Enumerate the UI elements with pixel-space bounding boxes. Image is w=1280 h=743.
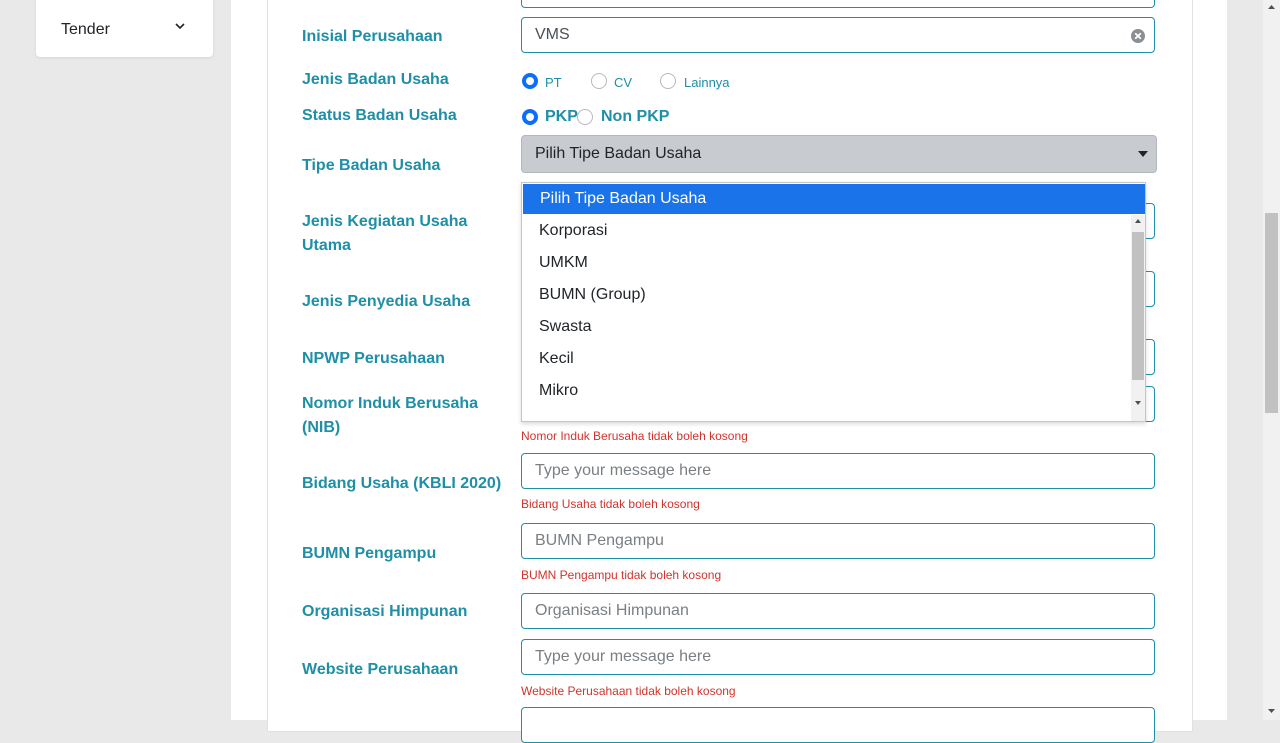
inisial-label: Inisial Perusahaan bbox=[302, 28, 443, 45]
clear-icon[interactable] bbox=[1130, 28, 1146, 44]
radio-pkp-label: PKP bbox=[545, 108, 578, 125]
sidebar-menu-label: Tender bbox=[61, 21, 110, 38]
website-input[interactable] bbox=[521, 639, 1155, 675]
radio-pt-label: PT bbox=[545, 75, 562, 90]
option-kecil[interactable]: Kecil bbox=[522, 343, 1130, 375]
bidang-label: Bidang Usaha (KBLI 2020) bbox=[302, 475, 502, 492]
radio-non-pkp-label: Non PKP bbox=[601, 108, 670, 125]
radio-cv[interactable] bbox=[591, 73, 607, 89]
bumn-input[interactable] bbox=[521, 523, 1155, 559]
scroll-up-icon[interactable] bbox=[1268, 5, 1275, 9]
option-korporasi[interactable]: Korporasi bbox=[522, 215, 1130, 247]
scroll-up-icon[interactable] bbox=[1135, 219, 1141, 223]
tipe-badan-selected: Pilih Tipe Badan Usaha bbox=[535, 145, 702, 162]
radio-non-pkp[interactable] bbox=[577, 109, 593, 125]
status-badan-label: Status Badan Usaha bbox=[302, 107, 457, 124]
option-mikro[interactable]: Mikro bbox=[522, 375, 1130, 407]
organisasi-input[interactable] bbox=[521, 593, 1155, 629]
radio-lainnya[interactable] bbox=[660, 73, 676, 89]
jenis-kegiatan-label: Jenis Kegiatan Usaha Utama bbox=[302, 213, 468, 254]
option-bumn-group[interactable]: BUMN (Group) bbox=[522, 279, 1130, 311]
sidebar-menu-tender[interactable]: Tender bbox=[36, 0, 213, 57]
jenis-badan-label: Jenis Badan Usaha bbox=[302, 71, 449, 88]
nib-error: Nomor Induk Berusaha tidak boleh kosong bbox=[521, 429, 748, 443]
radio-pt[interactable] bbox=[522, 73, 538, 89]
bidang-error: Bidang Usaha tidak boleh kosong bbox=[521, 497, 700, 511]
next-field[interactable] bbox=[521, 707, 1155, 743]
dropdown-scrollbar[interactable] bbox=[1131, 215, 1145, 421]
page-scroll-thumb[interactable] bbox=[1265, 213, 1278, 413]
nib-label: Nomor Induk Berusaha (NIB) bbox=[302, 395, 479, 436]
tipe-badan-label: Tipe Badan Usaha bbox=[302, 157, 441, 174]
npwp-label: NPWP Perusahaan bbox=[302, 350, 445, 367]
dropdown-scroll-thumb[interactable] bbox=[1132, 232, 1144, 380]
organisasi-label: Organisasi Himpunan bbox=[302, 603, 468, 620]
page-scrollbar[interactable] bbox=[1263, 0, 1280, 720]
website-error: Website Perusahaan tidak boleh kosong bbox=[521, 684, 736, 698]
jenis-penyedia-label: Jenis Penyedia Usaha bbox=[302, 293, 471, 310]
radio-cv-label: CV bbox=[614, 75, 633, 90]
bidang-input[interactable] bbox=[521, 453, 1155, 489]
website-label: Website Perusahaan bbox=[302, 661, 459, 678]
bumn-error: BUMN Pengampu tidak boleh kosong bbox=[521, 568, 722, 582]
radio-pkp[interactable] bbox=[522, 109, 538, 125]
tipe-badan-select[interactable]: Pilih Tipe Badan Usaha bbox=[521, 135, 1157, 173]
bumn-label: BUMN Pengampu bbox=[302, 545, 437, 562]
scroll-down-icon[interactable] bbox=[1268, 709, 1275, 713]
option-umkm[interactable]: UMKM bbox=[522, 247, 1130, 279]
tipe-badan-dropdown: Pilih Tipe Badan Usaha Korporasi UMKM BU… bbox=[521, 182, 1146, 422]
previous-field[interactable] bbox=[521, 0, 1155, 8]
caret-down-icon bbox=[1138, 151, 1148, 157]
inisial-input[interactable] bbox=[521, 17, 1155, 53]
option-swasta[interactable]: Swasta bbox=[522, 311, 1130, 343]
scroll-down-icon[interactable] bbox=[1135, 401, 1141, 405]
chevron-down-icon bbox=[175, 23, 185, 30]
radio-lainnya-label: Lainnya bbox=[684, 75, 730, 90]
option-pilih[interactable]: Pilih Tipe Badan Usaha bbox=[523, 184, 1145, 214]
